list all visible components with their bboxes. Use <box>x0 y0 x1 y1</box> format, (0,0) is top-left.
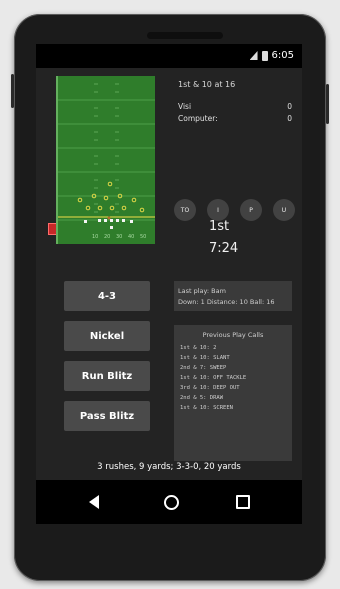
down-distance-text: Down: 1 Distance: 10 Ball: 16 <box>178 298 275 306</box>
power-button <box>326 84 329 124</box>
football-field: 10 20 30 40 50 <box>56 76 155 244</box>
previous-plays-panel: Previous Play Calls 1st & 10: 2 1st & 10… <box>174 325 292 461</box>
recent-apps-icon[interactable] <box>236 495 250 509</box>
down-and-distance: 1st & 10 at 16 <box>178 80 236 89</box>
device-screen: 6:05 10 20 30 40 50 1st & 10 at 16 Visi … <box>36 44 302 524</box>
play-history-item: 2nd & 7: SWEEP <box>180 365 227 371</box>
home-icon[interactable] <box>164 495 179 510</box>
back-icon[interactable] <box>89 495 99 509</box>
battery-icon <box>261 50 268 61</box>
navigation-bar <box>36 480 302 524</box>
status-time: 6:05 <box>271 50 294 61</box>
field-graphic: 10 20 30 40 50 <box>58 76 155 244</box>
status-bar: 6:05 <box>36 44 302 68</box>
speaker-grille <box>147 32 223 39</box>
svg-text:50: 50 <box>140 234 146 240</box>
round-button-3[interactable]: P <box>240 199 262 221</box>
last-play-text: Last play: Bam <box>178 287 226 295</box>
quarter-label: 1st <box>209 219 230 234</box>
round-button-group: TO I P U <box>174 199 295 221</box>
round-button-2[interactable]: I <box>207 199 229 221</box>
last-play-panel: Last play: Bam Down: 1 Distance: 10 Ball… <box>174 281 292 311</box>
ball <box>107 216 111 220</box>
signal-icon <box>249 51 258 60</box>
play-history-item: 1st & 10: OFF TACKLE <box>180 375 247 381</box>
team-score: 0 <box>287 102 292 111</box>
defense-4-3-button[interactable]: 4-3 <box>64 281 150 311</box>
svg-text:20: 20 <box>104 234 110 240</box>
team-name: Visi <box>178 102 192 111</box>
status-icons: 6:05 <box>249 50 294 61</box>
play-history-item: 3rd & 10: DEEP OUT <box>180 385 240 391</box>
svg-text:30: 30 <box>116 234 122 240</box>
volume-button <box>11 74 14 108</box>
play-history-item: 1st & 10: SLANT <box>180 355 230 361</box>
run-blitz-button[interactable]: Run Blitz <box>64 361 150 391</box>
play-history-item: 1st & 10: SCREEN <box>180 405 233 411</box>
svg-text:10: 10 <box>92 234 98 240</box>
play-history-item: 2nd & 5: DRAW <box>180 395 224 401</box>
turf <box>58 76 155 244</box>
team-name: Computer: <box>178 114 218 123</box>
game-screen: 10 20 30 40 50 1st & 10 at 16 Visi 0 Com… <box>36 68 302 480</box>
previous-plays-title: Previous Play Calls <box>202 331 264 339</box>
svg-text:40: 40 <box>128 234 134 240</box>
team-score: 0 <box>287 114 292 123</box>
pass-blitz-button[interactable]: Pass Blitz <box>64 401 150 431</box>
round-button-1[interactable]: TO <box>174 199 196 221</box>
round-button-4[interactable]: U <box>273 199 295 221</box>
drive-summary: 3 rushes, 9 yards; 3-3-0, 20 yards <box>97 462 241 472</box>
defense-nickel-button[interactable]: Nickel <box>64 321 150 351</box>
play-history-item: 1st & 10: 2 <box>180 345 217 351</box>
game-clock: 7:24 <box>209 241 239 256</box>
